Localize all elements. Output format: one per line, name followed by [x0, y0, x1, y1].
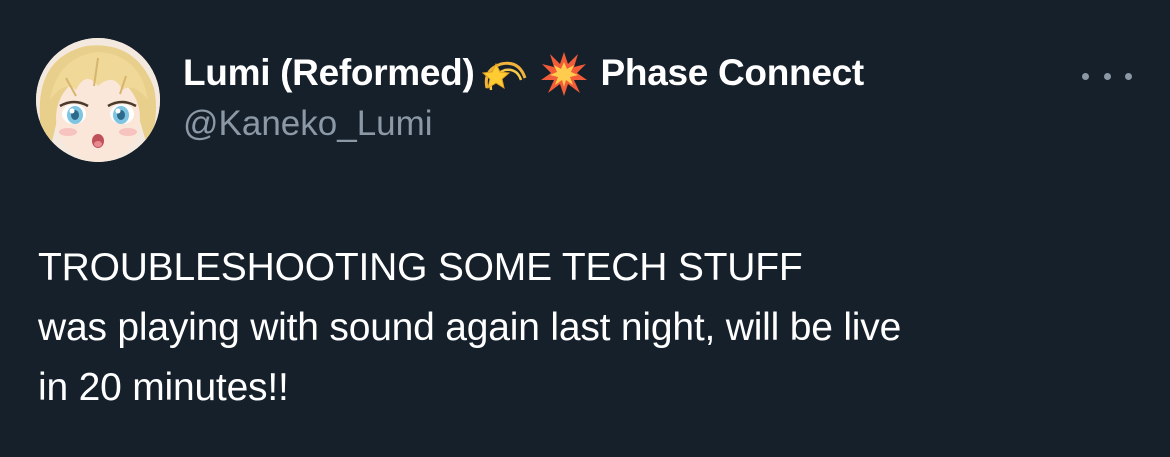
tweet-header: Lumi (Reformed) Phase Connect @Kaneko_Lu…: [183, 50, 864, 144]
dizzy-star-emoji-icon: [479, 50, 529, 96]
author-display-name: Lumi (Reformed): [183, 52, 475, 93]
tweet-text-line: was playing with sound again last night,…: [38, 306, 902, 349]
author-affiliation: Phase Connect: [600, 52, 865, 93]
tweet-body: TROUBLESHOOTING SOME TECH STUFF was play…: [38, 238, 1138, 418]
author-handle[interactable]: @Kaneko_Lumi: [183, 104, 864, 144]
author-name-row[interactable]: Lumi (Reformed) Phase Connect: [183, 50, 864, 96]
more-options-icon[interactable]: [1082, 64, 1132, 88]
tweet-text-line: TROUBLESHOOTING SOME TECH STUFF: [38, 246, 803, 289]
collision-emoji-icon: [539, 50, 587, 96]
avatar[interactable]: [36, 38, 160, 162]
tweet-text-line: in 20 minutes!!: [38, 366, 289, 409]
avatar-image: [36, 38, 160, 162]
more-dot: [1082, 72, 1089, 80]
tweet-card: Lumi (Reformed) Phase Connect @Kaneko_Lu…: [0, 0, 1170, 457]
more-dot: [1125, 72, 1132, 80]
more-dot: [1103, 72, 1111, 80]
